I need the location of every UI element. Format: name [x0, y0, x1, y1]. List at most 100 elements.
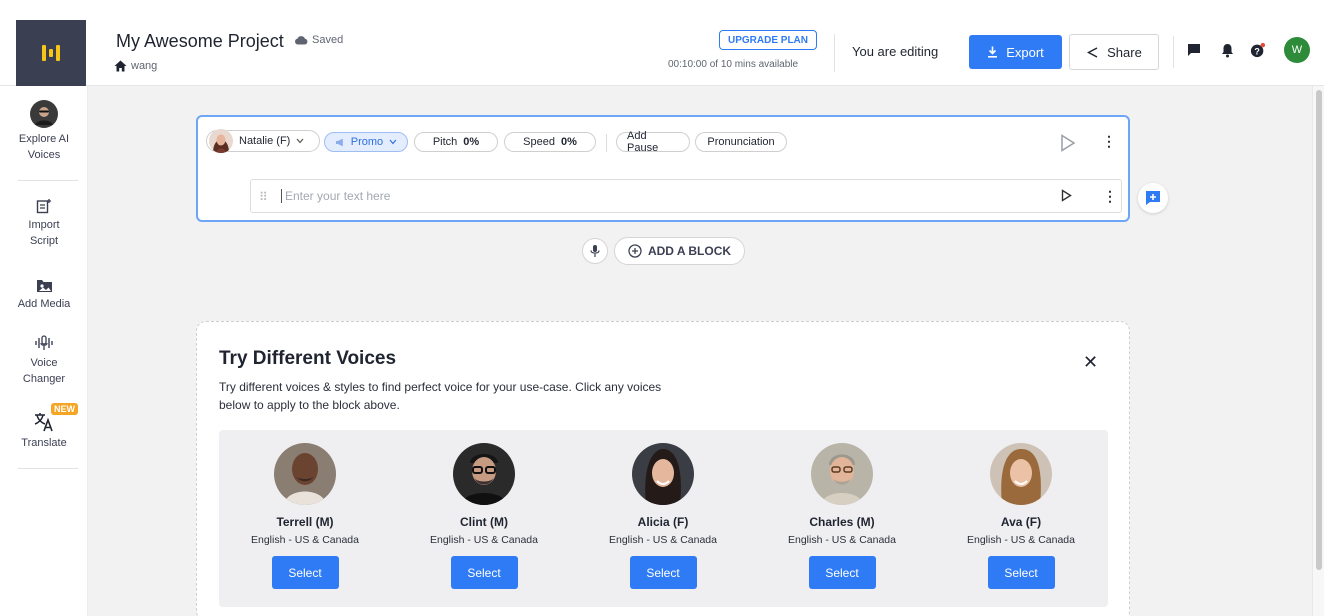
- play-block-icon[interactable]: [1060, 134, 1076, 157]
- voice-input-button[interactable]: [582, 238, 608, 264]
- select-voice-button[interactable]: Select: [808, 556, 876, 589]
- sidebar-item-import-script[interactable]: Import Script: [0, 198, 88, 249]
- export-button[interactable]: Export: [969, 35, 1062, 69]
- voice-language: English - US & Canada: [251, 534, 359, 546]
- megaphone-icon: [335, 138, 343, 146]
- select-voice-button[interactable]: Select: [271, 556, 339, 589]
- upgrade-plan-button[interactable]: UPGRADE PLAN: [719, 30, 818, 50]
- more-options-icon[interactable]: ⋮: [1103, 188, 1117, 205]
- add-block-button[interactable]: ADD A BLOCK: [614, 237, 745, 265]
- sidebar-item-label: Import Script: [28, 219, 60, 247]
- divider: [834, 34, 835, 72]
- style-selector[interactable]: Promo: [324, 132, 408, 152]
- sidebar-item-explore-ai-voices[interactable]: Explore AI Voices: [0, 100, 88, 163]
- add-comment-button[interactable]: [1138, 183, 1168, 213]
- scrollbar-thumb[interactable]: [1316, 90, 1322, 570]
- speed-control[interactable]: Speed 0%: [504, 132, 596, 152]
- voice-name: Alicia (F): [637, 515, 689, 529]
- sidebar-item-add-media[interactable]: Add Media: [0, 278, 88, 312]
- add-media-icon: [0, 278, 88, 293]
- voice-language: English - US & Canada: [430, 534, 538, 546]
- saved-status: Saved: [294, 34, 343, 46]
- download-icon: [988, 46, 998, 58]
- user-avatar[interactable]: W: [1284, 37, 1310, 63]
- breadcrumb[interactable]: wang: [114, 60, 157, 72]
- share-label: Share: [1107, 44, 1142, 60]
- try-voices-title: Try Different Voices: [219, 348, 397, 369]
- comments-icon[interactable]: [1186, 42, 1202, 58]
- divider: [1173, 36, 1174, 68]
- chevron-down-icon: [389, 139, 397, 145]
- sidebar-item-label: Voice Changer: [22, 357, 66, 385]
- notifications-bell-icon[interactable]: [1219, 42, 1235, 58]
- cloud-icon: [295, 36, 308, 45]
- speed-label: Speed: [523, 136, 555, 148]
- voice-card[interactable]: Clint (M) English - US & Canada Select: [398, 443, 570, 589]
- app-logo[interactable]: [16, 20, 86, 86]
- voice-changer-icon: [0, 334, 88, 352]
- sidebar-item-label: Translate: [21, 437, 67, 449]
- voice-avatar: [990, 443, 1052, 505]
- import-script-icon: [0, 198, 88, 214]
- select-voice-button[interactable]: Select: [450, 556, 518, 589]
- scrollbar[interactable]: [1312, 86, 1324, 616]
- select-voice-button[interactable]: Select: [987, 556, 1055, 589]
- export-label: Export: [1006, 44, 1044, 60]
- voice-avatar: [811, 443, 873, 505]
- voice-name: Clint (M): [460, 515, 508, 529]
- add-circle-icon: [628, 244, 642, 258]
- voice-avatar: [453, 443, 515, 505]
- add-pause-button[interactable]: Add Pause: [616, 130, 690, 154]
- voice-avatar-icon: [0, 100, 88, 128]
- sidebar-item-translate[interactable]: Translate: [0, 412, 88, 451]
- select-voice-button[interactable]: Select: [629, 556, 697, 589]
- minutes-available: 00:10:00 of 10 mins available: [668, 59, 799, 70]
- logo-icon: [42, 45, 60, 61]
- close-icon[interactable]: ✕: [1083, 352, 1098, 373]
- voice-card[interactable]: Ava (F) English - US & Canada Select: [935, 443, 1107, 589]
- speed-value: 0%: [560, 136, 577, 148]
- sidebar-item-label: Add Media: [17, 298, 71, 310]
- try-voices-description: Try different voices & styles to find pe…: [219, 380, 662, 412]
- sidebar-item-voice-changer[interactable]: Voice Changer: [0, 334, 88, 387]
- voice-language: English - US & Canada: [609, 534, 717, 546]
- share-button[interactable]: Share: [1069, 34, 1159, 70]
- play-icon[interactable]: [1061, 189, 1072, 207]
- top-bar: My Awesome Project Saved wang UPGRADE PL…: [0, 0, 1324, 86]
- translate-icon: [0, 412, 88, 432]
- add-block-label: ADD A BLOCK: [647, 244, 732, 258]
- chevron-down-icon: [296, 138, 304, 144]
- editing-status: You are editing: [852, 44, 939, 59]
- text-input-row[interactable]: ⠿ Enter your text here ⋮: [250, 179, 1122, 213]
- share-icon: [1087, 46, 1098, 58]
- sidebar-item-label: Explore AI Voices: [18, 133, 70, 161]
- voice-avatar: [632, 443, 694, 505]
- voice-avatar-icon: [209, 129, 233, 153]
- voice-card[interactable]: Alicia (F) English - US & Canada Select: [577, 443, 749, 589]
- svg-text:?: ?: [1254, 46, 1259, 56]
- add-comment-icon: [1146, 191, 1160, 205]
- voice-card[interactable]: Charles (M) English - US & Canada Select: [756, 443, 928, 589]
- saved-label: Saved: [312, 34, 344, 46]
- drag-handle-icon[interactable]: ⠿: [259, 190, 268, 204]
- sidebar-divider: [18, 468, 78, 469]
- voice-name: Charles (M): [809, 515, 875, 529]
- more-options-icon[interactable]: ⋮: [1102, 133, 1116, 150]
- voice-card[interactable]: Terrell (M) English - US & Canada Select: [219, 443, 391, 589]
- pitch-label: Pitch: [432, 136, 458, 148]
- help-icon[interactable]: ?: [1250, 42, 1266, 58]
- project-title[interactable]: My Awesome Project: [116, 31, 284, 52]
- divider: [606, 134, 607, 152]
- voice-name: Terrell (M): [276, 515, 334, 529]
- text-input[interactable]: Enter your text here: [281, 189, 390, 203]
- voice-selector[interactable]: Natalie (F): [206, 129, 320, 153]
- pitch-control[interactable]: Pitch 0%: [414, 132, 498, 152]
- style-name: Promo: [350, 136, 384, 148]
- sidebar: Explore AI Voices Import Script Add Medi…: [0, 86, 88, 616]
- pitch-value: 0%: [463, 136, 480, 148]
- voice-language: English - US & Canada: [967, 534, 1075, 546]
- editor-block[interactable]: Natalie (F) Promo Pitch 0% Speed 0% Add …: [196, 115, 1130, 222]
- microphone-icon: [590, 245, 600, 257]
- pronunciation-button[interactable]: Pronunciation: [695, 132, 787, 152]
- sidebar-divider: [18, 180, 78, 181]
